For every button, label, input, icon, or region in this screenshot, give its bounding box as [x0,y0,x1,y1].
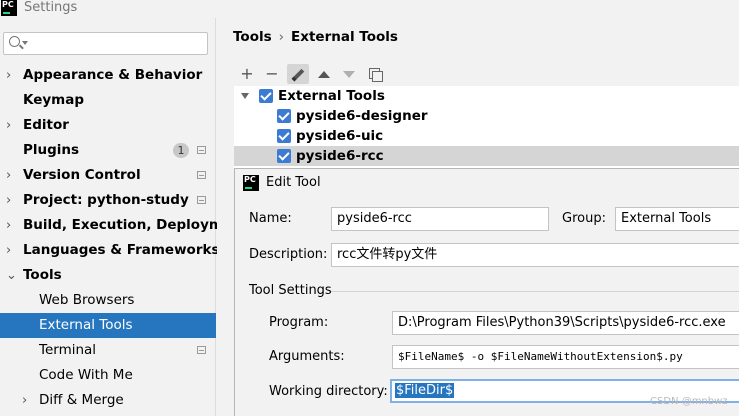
program-field[interactable]: D:\Program Files\Python39\Scripts\pyside… [392,311,739,335]
tree-tool-row[interactable]: pyside6-uic [234,126,739,146]
chevron-right-icon[interactable]: › [6,188,18,213]
description-label: Description: [249,247,328,262]
sidebar-item-label: External Tools [39,317,133,333]
sidebar-item-label: Editor [23,117,69,133]
group-label: Group: [562,211,606,226]
tool-checkbox[interactable] [277,149,291,163]
chevron-down-icon[interactable] [241,93,249,99]
sidebar-item-diff-merge[interactable]: › Diff & Merge [0,388,216,413]
window-titlebar: PC Settings [0,0,739,18]
sidebar-item-label: Terminal [39,342,97,358]
sidebar-item-label: Diff & Merge [39,392,124,408]
remove-tool-button[interactable]: − [261,64,283,84]
working-directory-value: $FileDir$ [395,383,455,398]
project-settings-icon [197,146,206,154]
settings-sidebar: › Appearance & Behavior Keymap › Editor … [0,18,248,416]
tree-tool-row[interactable]: pyside6-designer [234,106,739,126]
pycharm-logo-icon: PC [243,175,259,191]
arguments-label: Arguments: [269,349,345,364]
project-settings-icon [197,346,206,354]
chevron-right-icon[interactable]: › [6,213,18,238]
program-label: Program: [269,315,329,330]
copy-icon [368,68,383,82]
search-icon [9,36,20,47]
search-options-dropdown-icon[interactable] [22,41,28,45]
chevron-right-icon[interactable]: › [6,113,18,138]
watermark: CSDN @mnbwz [650,396,728,407]
dialog-title: Edit Tool [266,175,321,190]
plugins-update-badge: 1 [173,143,189,158]
working-directory-label: Working directory: [269,384,388,399]
sidebar-item-code-with-me[interactable]: Code With Me [0,363,216,388]
chevron-right-icon[interactable]: › [22,388,34,413]
chevron-right-icon[interactable]: › [6,63,18,88]
tree-tool-label: pyside6-designer [296,108,428,124]
sidebar-item-label: Languages & Frameworks [23,242,220,258]
breadcrumb: Tools › External Tools [233,29,398,45]
breadcrumb-current: External Tools [291,29,398,45]
sidebar-item-plugins[interactable]: Plugins 1 [0,138,216,163]
sidebar-item-external-tools[interactable]: External Tools [0,313,216,338]
tools-toolbar: + − [234,62,739,86]
sidebar-item-appearance-behavior[interactable]: › Appearance & Behavior [0,63,216,88]
tool-checkbox[interactable] [277,109,291,123]
breadcrumb-separator: › [278,29,285,45]
sidebar-item-web-browsers[interactable]: Web Browsers [0,288,216,313]
pycharm-logo-icon: PC [1,0,17,16]
edit-tool-button[interactable] [287,64,309,84]
add-tool-button[interactable]: + [236,64,258,84]
sidebar-item-version-control[interactable]: › Version Control [0,163,216,188]
sidebar-item-label: Appearance & Behavior [23,67,203,83]
sidebar-item-label: Keymap [23,92,85,108]
sidebar-item-label: Plugins [23,142,80,158]
sidebar-item-build-execution-deployment[interactable]: › Build, Execution, Deployment [0,213,248,238]
project-settings-icon [197,171,206,179]
arrow-down-icon [343,71,355,78]
section-divider [331,291,739,292]
group-checkbox[interactable] [259,89,273,103]
move-up-button[interactable] [313,64,335,84]
sidebar-item-terminal[interactable]: Terminal [0,338,216,363]
sidebar-item-label: Project: python-study [23,192,189,208]
tool-checkbox[interactable] [277,129,291,143]
arrow-up-icon [318,71,330,78]
settings-search-input[interactable] [3,32,208,55]
breadcrumb-parent[interactable]: Tools [233,29,272,45]
tree-group-label: External Tools [278,88,385,104]
sidebar-item-label: Web Browsers [39,292,135,308]
name-field[interactable]: pyside6-rcc [331,207,549,231]
project-settings-icon [197,196,206,204]
tree-tool-label: pyside6-rcc [296,148,384,164]
sidebar-item-label: Tools [23,267,62,283]
copy-tool-button[interactable] [364,64,386,84]
sidebar-item-editor[interactable]: › Editor [0,113,216,138]
edit-tool-dialog: PC Edit Tool Name: pyside6-rcc Group: Ex… [234,168,739,416]
group-combobox[interactable]: External Tools [615,207,739,231]
sidebar-item-keymap[interactable]: Keymap [0,88,216,113]
window-title: Settings [24,0,78,15]
sidebar-item-label: Version Control [23,167,141,183]
chevron-down-icon[interactable]: ⌄ [6,263,18,288]
name-label: Name: [249,211,292,226]
tree-tool-label: pyside6-uic [296,128,384,144]
sidebar-item-languages-frameworks[interactable]: › Languages & Frameworks [0,238,220,263]
tree-tool-row-selected[interactable]: pyside6-rcc [234,146,739,166]
move-down-button[interactable] [338,64,360,84]
sidebar-item-tools[interactable]: ⌄ Tools [0,263,216,288]
arguments-field[interactable]: $FileName$ -o $FileNameWithoutExtension$… [392,345,739,369]
tree-group-row[interactable]: External Tools [234,86,739,106]
external-tools-tree: External Tools pyside6-designer pyside6-… [234,86,739,169]
pencil-icon [291,68,305,81]
tool-settings-section-title: Tool Settings [249,283,332,298]
chevron-right-icon[interactable]: › [6,163,18,188]
sidebar-item-label: Code With Me [39,367,133,383]
sidebar-item-project[interactable]: › Project: python-study [0,188,216,213]
description-field[interactable]: rcc文件转py文件 [331,243,739,267]
sidebar-item-label: Build, Execution, Deployment [23,217,249,233]
chevron-right-icon[interactable]: › [6,238,18,263]
